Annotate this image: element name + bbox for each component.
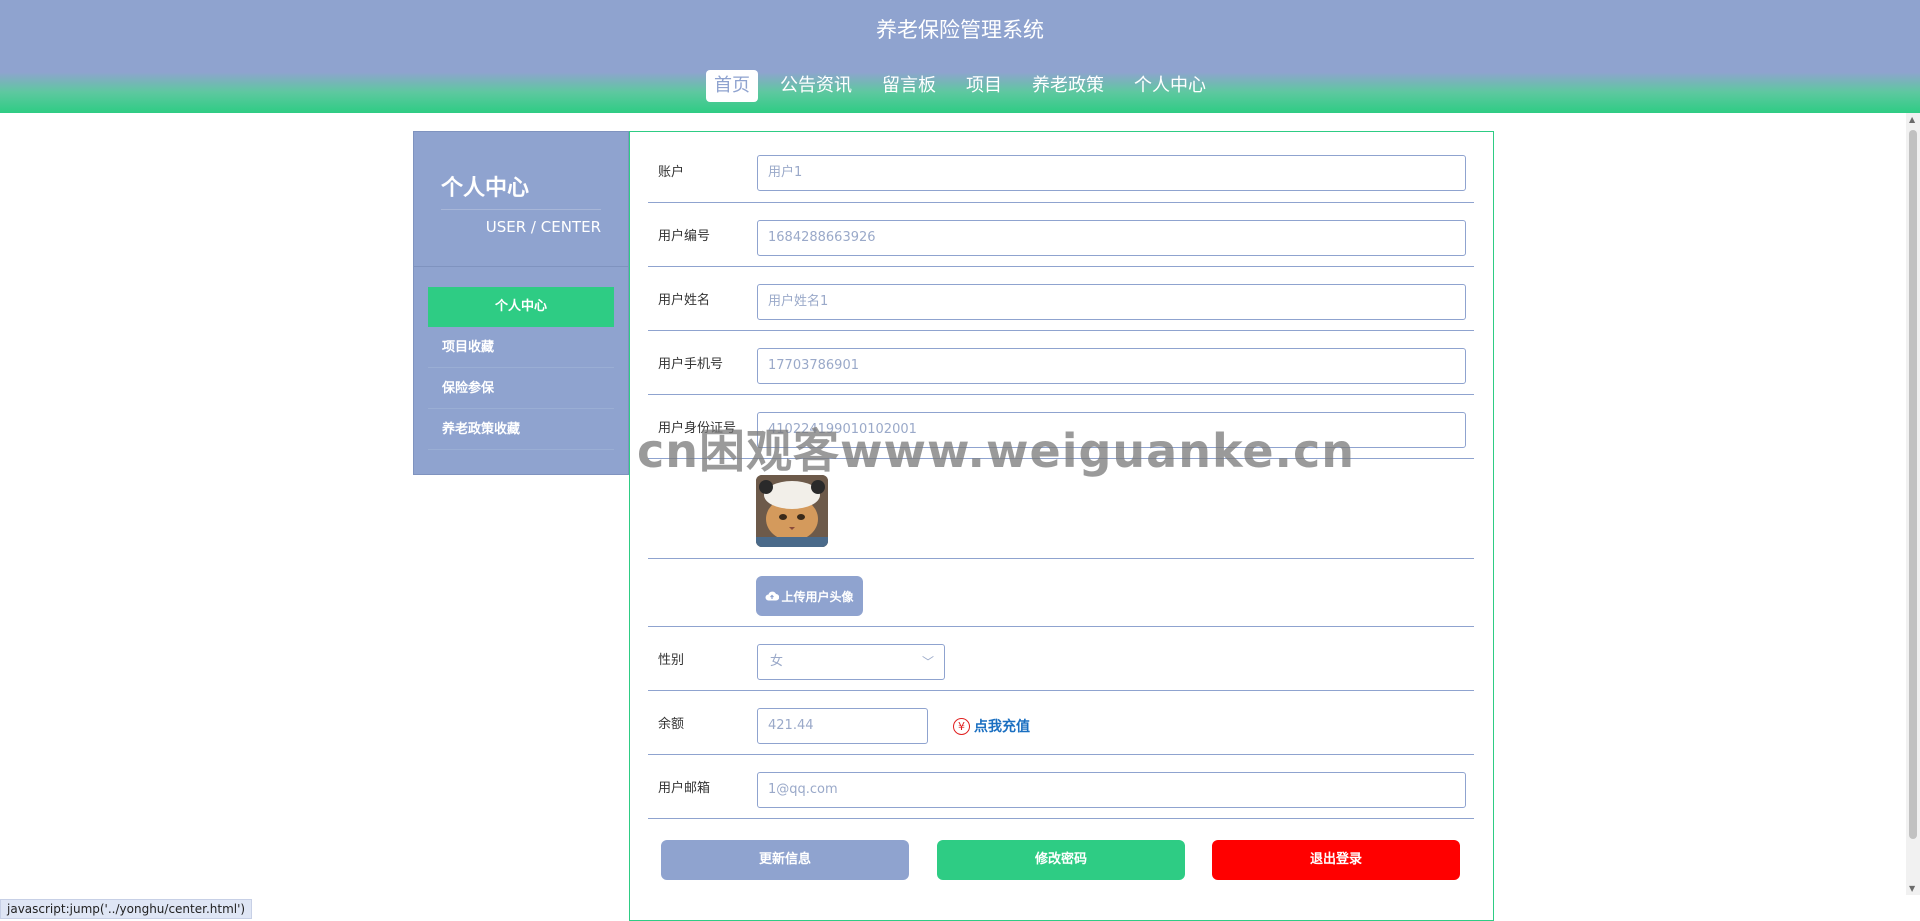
yen-icon: ¥ bbox=[953, 717, 970, 735]
nav-item-home[interactable]: 首页 bbox=[706, 70, 758, 102]
cat-photo-icon bbox=[756, 475, 828, 547]
balance-label: 余额 bbox=[658, 717, 685, 732]
sidebar-item-policy-favorites[interactable]: 养老政策收藏 bbox=[428, 409, 614, 450]
nav-item-user-center[interactable]: 个人中心 bbox=[1126, 70, 1214, 102]
profile-form-panel: 账户 用户1 用户编号 1684288663926 用户姓名 用户姓名1 用户手… bbox=[629, 131, 1494, 921]
upload-avatar-button[interactable]: 上传用户头像 bbox=[756, 576, 863, 616]
name-label: 用户姓名 bbox=[658, 293, 711, 308]
sidebar-menu: 个人中心 项目收藏 保险参保 养老政策收藏 bbox=[428, 287, 614, 450]
logout-button[interactable]: 退出登录 bbox=[1212, 840, 1460, 880]
phone-input[interactable]: 17703786901 bbox=[757, 348, 1466, 384]
browser-status-bar: javascript:jump('../yonghu/center.html') bbox=[0, 899, 253, 919]
nav-item-policies[interactable]: 养老政策 bbox=[1024, 70, 1112, 102]
form-row-gender: 性别 女 ﹀ bbox=[648, 627, 1474, 691]
sidebar: 个人中心 USER / CENTER 个人中心 项目收藏 保险参保 养老政策收藏 bbox=[413, 131, 630, 475]
avatar bbox=[756, 475, 828, 547]
form-row-phone: 用户手机号 17703786901 bbox=[648, 331, 1474, 395]
account-input[interactable]: 用户1 bbox=[757, 155, 1466, 191]
form-row-user-no: 用户编号 1684288663926 bbox=[648, 203, 1474, 267]
email-label: 用户邮箱 bbox=[658, 781, 711, 796]
update-info-button[interactable]: 更新信息 bbox=[661, 840, 909, 880]
chevron-down-icon: ﹀ bbox=[921, 655, 934, 669]
form-row-balance: 余额 421.44 ¥ 点我充值 bbox=[648, 691, 1474, 755]
scroll-down-icon[interactable]: ▼ bbox=[1909, 884, 1915, 893]
change-password-button[interactable]: 修改密码 bbox=[937, 840, 1185, 880]
form-row-account: 账户 用户1 bbox=[648, 146, 1474, 203]
name-input[interactable]: 用户姓名1 bbox=[757, 284, 1466, 320]
sidebar-item-user-center[interactable]: 个人中心 bbox=[428, 287, 614, 327]
site-title: 养老保险管理系统 bbox=[876, 18, 1044, 42]
scroll-up-icon[interactable]: ▲ bbox=[1909, 115, 1915, 124]
upload-avatar-label: 上传用户头像 bbox=[781, 589, 854, 604]
email-input[interactable]: 1@qq.com bbox=[757, 772, 1466, 808]
user-no-input[interactable]: 1684288663926 bbox=[757, 220, 1466, 256]
sidebar-item-project-favorites[interactable]: 项目收藏 bbox=[428, 327, 614, 368]
cloud-upload-icon bbox=[766, 591, 780, 601]
page-scrollbar[interactable]: ▲ ▼ bbox=[1906, 113, 1920, 895]
nav-item-message-board[interactable]: 留言板 bbox=[874, 70, 944, 102]
gender-select[interactable]: 女 ﹀ bbox=[757, 644, 945, 680]
nav-item-projects[interactable]: 项目 bbox=[958, 70, 1010, 102]
sidebar-item-insurance-enroll[interactable]: 保险参保 bbox=[428, 368, 614, 409]
watermark: cn困观客www.weiguanke.cn bbox=[637, 424, 1356, 478]
sidebar-divider bbox=[414, 266, 630, 267]
site-header: 养老保险管理系统 首页 公告资讯 留言板 项目 养老政策 个人中心 bbox=[0, 0, 1920, 113]
sidebar-title: 个人中心 bbox=[441, 176, 530, 201]
form-row-upload: 上传用户头像 bbox=[648, 559, 1474, 627]
form-row-email: 用户邮箱 1@qq.com bbox=[648, 755, 1474, 819]
form-row-name: 用户姓名 用户姓名1 bbox=[648, 267, 1474, 331]
gender-label: 性别 bbox=[658, 653, 685, 668]
phone-label: 用户手机号 bbox=[658, 357, 724, 372]
gender-select-value: 女 bbox=[770, 654, 784, 669]
nav-item-announcements[interactable]: 公告资讯 bbox=[772, 70, 860, 102]
recharge-link[interactable]: ¥ 点我充值 bbox=[953, 716, 1030, 736]
sidebar-subtitle: USER / CENTER bbox=[441, 209, 601, 236]
main-nav: 首页 公告资讯 留言板 项目 养老政策 个人中心 bbox=[0, 70, 1920, 102]
balance-input[interactable]: 421.44 bbox=[757, 708, 928, 744]
user-no-label: 用户编号 bbox=[658, 229, 711, 244]
recharge-label: 点我充值 bbox=[974, 719, 1030, 735]
account-label: 账户 bbox=[658, 165, 685, 180]
scroll-thumb[interactable] bbox=[1909, 130, 1917, 839]
